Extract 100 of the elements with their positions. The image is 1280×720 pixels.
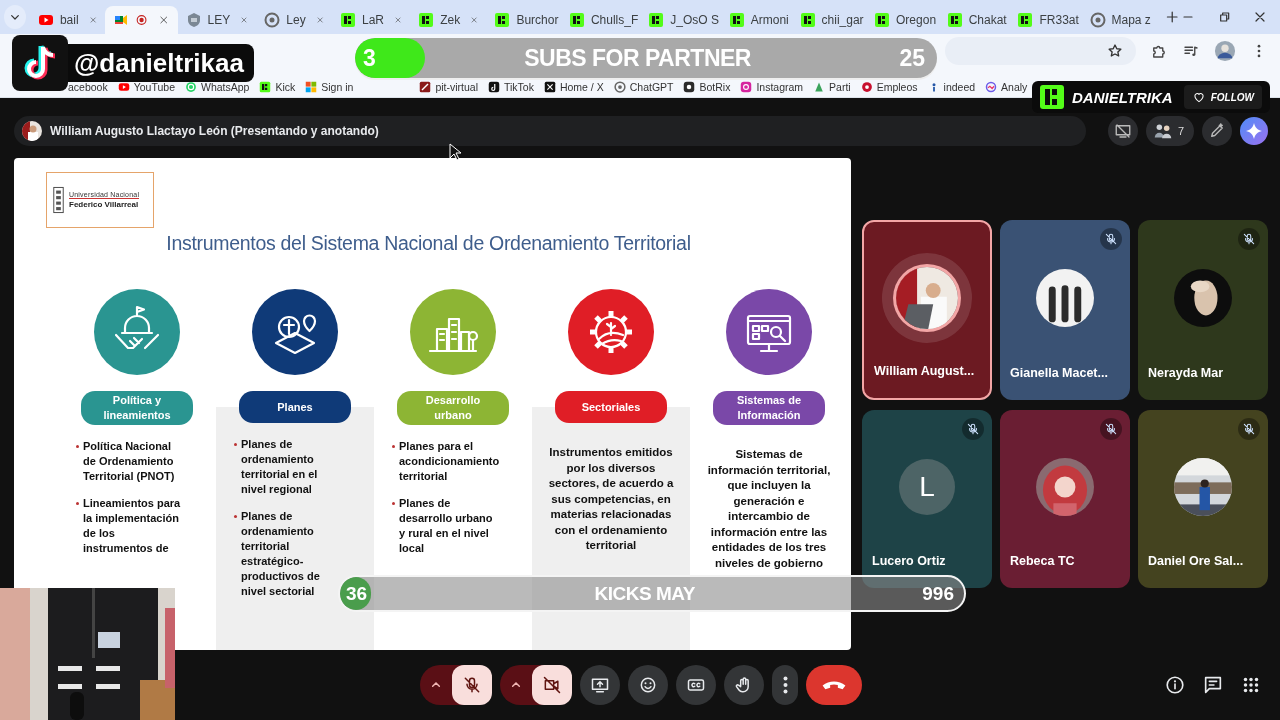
bookmark[interactable]: TikTok [488,81,534,93]
bookmark[interactable]: pit-virtual [419,81,478,93]
bookmark[interactable]: acebook [68,81,108,93]
annotate-button[interactable] [1202,116,1232,146]
end-call-button[interactable] [806,665,862,705]
browser-tab[interactable]: LaR [332,6,411,34]
present-button[interactable] [580,665,620,705]
presentation-off-button[interactable] [1107,116,1138,146]
camera-button[interactable] [532,665,572,705]
participant-tile[interactable]: Daniel Ore Sal... [1138,410,1268,588]
chart-logo-icon [985,81,998,93]
browser-tab[interactable]: J_OsO S [640,6,721,34]
bookmark[interactable]: Parti [813,81,851,93]
captions-button[interactable] [676,665,716,705]
chat-icon[interactable] [1202,674,1224,696]
browser-tab[interactable] [105,6,178,34]
follow-button[interactable]: FOLLOW [1183,85,1262,109]
browser-tab[interactable]: chii_gar [791,6,867,34]
participants-button[interactable]: 7 [1145,116,1194,146]
dot-logo-icon [683,81,696,93]
column-text: Instrumentos emitidos por los diversos sectores, de acuerdo a sus competencias, en materias relacionadas con el ordenamiento territorial [547,445,675,553]
raise-hand-button[interactable] [724,665,764,705]
browser-tab[interactable]: FR33at [1009,6,1082,34]
tab-title: Ley [286,13,306,27]
bookmark[interactable]: Empleos [860,81,918,93]
browser-tab[interactable]: Oregon [866,6,939,34]
browser-tab[interactable]: Armoni [720,6,792,34]
emoji-button[interactable] [628,665,668,705]
tab-title: Armoni [750,13,789,27]
browser-tab[interactable]: LEY [177,6,257,34]
site-logo-icon [259,81,272,93]
sparkle-icon[interactable] [1240,117,1268,145]
note-logo-icon [488,81,500,93]
play-logo-icon [37,12,54,28]
avatar-icon[interactable] [1214,40,1236,62]
site-logo-icon [648,12,665,28]
more-options-button[interactable] [772,665,798,705]
participant-tile[interactable]: Gianella Macet... [1000,220,1130,400]
bookmark[interactable]: BotRix [683,81,731,93]
site-logo-icon [494,12,511,28]
bullet-icon [234,443,237,446]
map-pin-icon [252,289,338,375]
crest-icon [185,12,202,28]
emblem-icon [53,185,64,215]
microphone-button[interactable] [452,665,492,705]
pen-icon [1208,122,1226,140]
tab-title: Chulls_F [590,13,639,27]
camera-off-icon [542,675,562,695]
gear-icon [568,289,654,375]
browser-tab[interactable]: Burchor [486,6,561,34]
chat-bubble-icon [184,81,197,93]
bookmark[interactable]: Home / X [543,81,604,93]
site-logo-icon [418,12,435,28]
bookmark[interactable]: WhatsApp [184,81,250,93]
participant-tile[interactable]: Nerayda Mar [1138,220,1268,400]
site-logo-icon [340,12,356,28]
tab-title: Oregon [896,13,937,27]
browser-tab[interactable]: bail [29,6,105,34]
smiley-icon [638,675,658,695]
screen-off-icon [1113,122,1132,140]
category-label: Desarrollo urbano [397,391,509,425]
avatar-initial: L [899,459,955,515]
star-icon[interactable] [1106,42,1124,60]
ring-logo-icon [613,81,626,93]
site-logo-icon [799,12,816,28]
bookmark[interactable]: Analy [985,81,1028,93]
bookmark[interactable]: indeed [927,81,976,93]
browser-tab[interactable]: Chulls_F [560,6,641,34]
goal-title: SUBS FOR PARTNER [524,44,751,72]
bookmark[interactable]: YouTube [117,81,175,93]
bookmark[interactable]: Kick [259,81,296,93]
slash-logo-icon [419,81,432,93]
bookmark[interactable]: Instagram [740,81,804,93]
participant-tile[interactable]: L Lucero Ortiz [862,410,992,588]
browser-tab[interactable]: Zek [410,6,487,34]
heart-icon [1191,90,1206,104]
slide-title: Instrumentos del Sistema Nacional de Ordenamiento Territorial [165,232,692,255]
video-logo-icon [113,12,129,28]
bullet-text: Planes de ordenamiento territorial estratégico-productivos de nivel sectorial [241,509,321,599]
browser-tab[interactable]: Mapa z [1081,6,1154,34]
buildings-icon [410,289,496,375]
site-logo-icon [568,12,585,28]
tab-title: Chakat [968,13,1007,27]
browser-tab[interactable]: Chakat [938,6,1010,34]
bookmark[interactable]: Sign in [305,81,354,93]
tab-title: J_OsO S [670,13,719,27]
goal-target: 25 [899,44,925,72]
tab-title: Zek [440,13,461,27]
participant-name: Rebeca TC [1010,554,1075,568]
goal-title: KICKS MAY [594,582,695,605]
participant-tile[interactable]: William August... [862,220,992,400]
bookmark[interactable]: ChatGPT [613,81,674,93]
channel-name: DANIELTRIKA [1072,88,1174,106]
bullet-text: Planes de ordenamiento territorial en el nivel regional [241,437,319,497]
ring-logo-icon [264,12,281,28]
browser-tab[interactable]: Ley [256,6,332,34]
four-squares-icon [305,81,318,93]
bullet-text: Planes de desarrollo urbano y rural en el nivel local [399,496,494,556]
participant-tile[interactable]: Rebeca TC [1000,410,1130,588]
info-icon[interactable] [1164,674,1186,696]
